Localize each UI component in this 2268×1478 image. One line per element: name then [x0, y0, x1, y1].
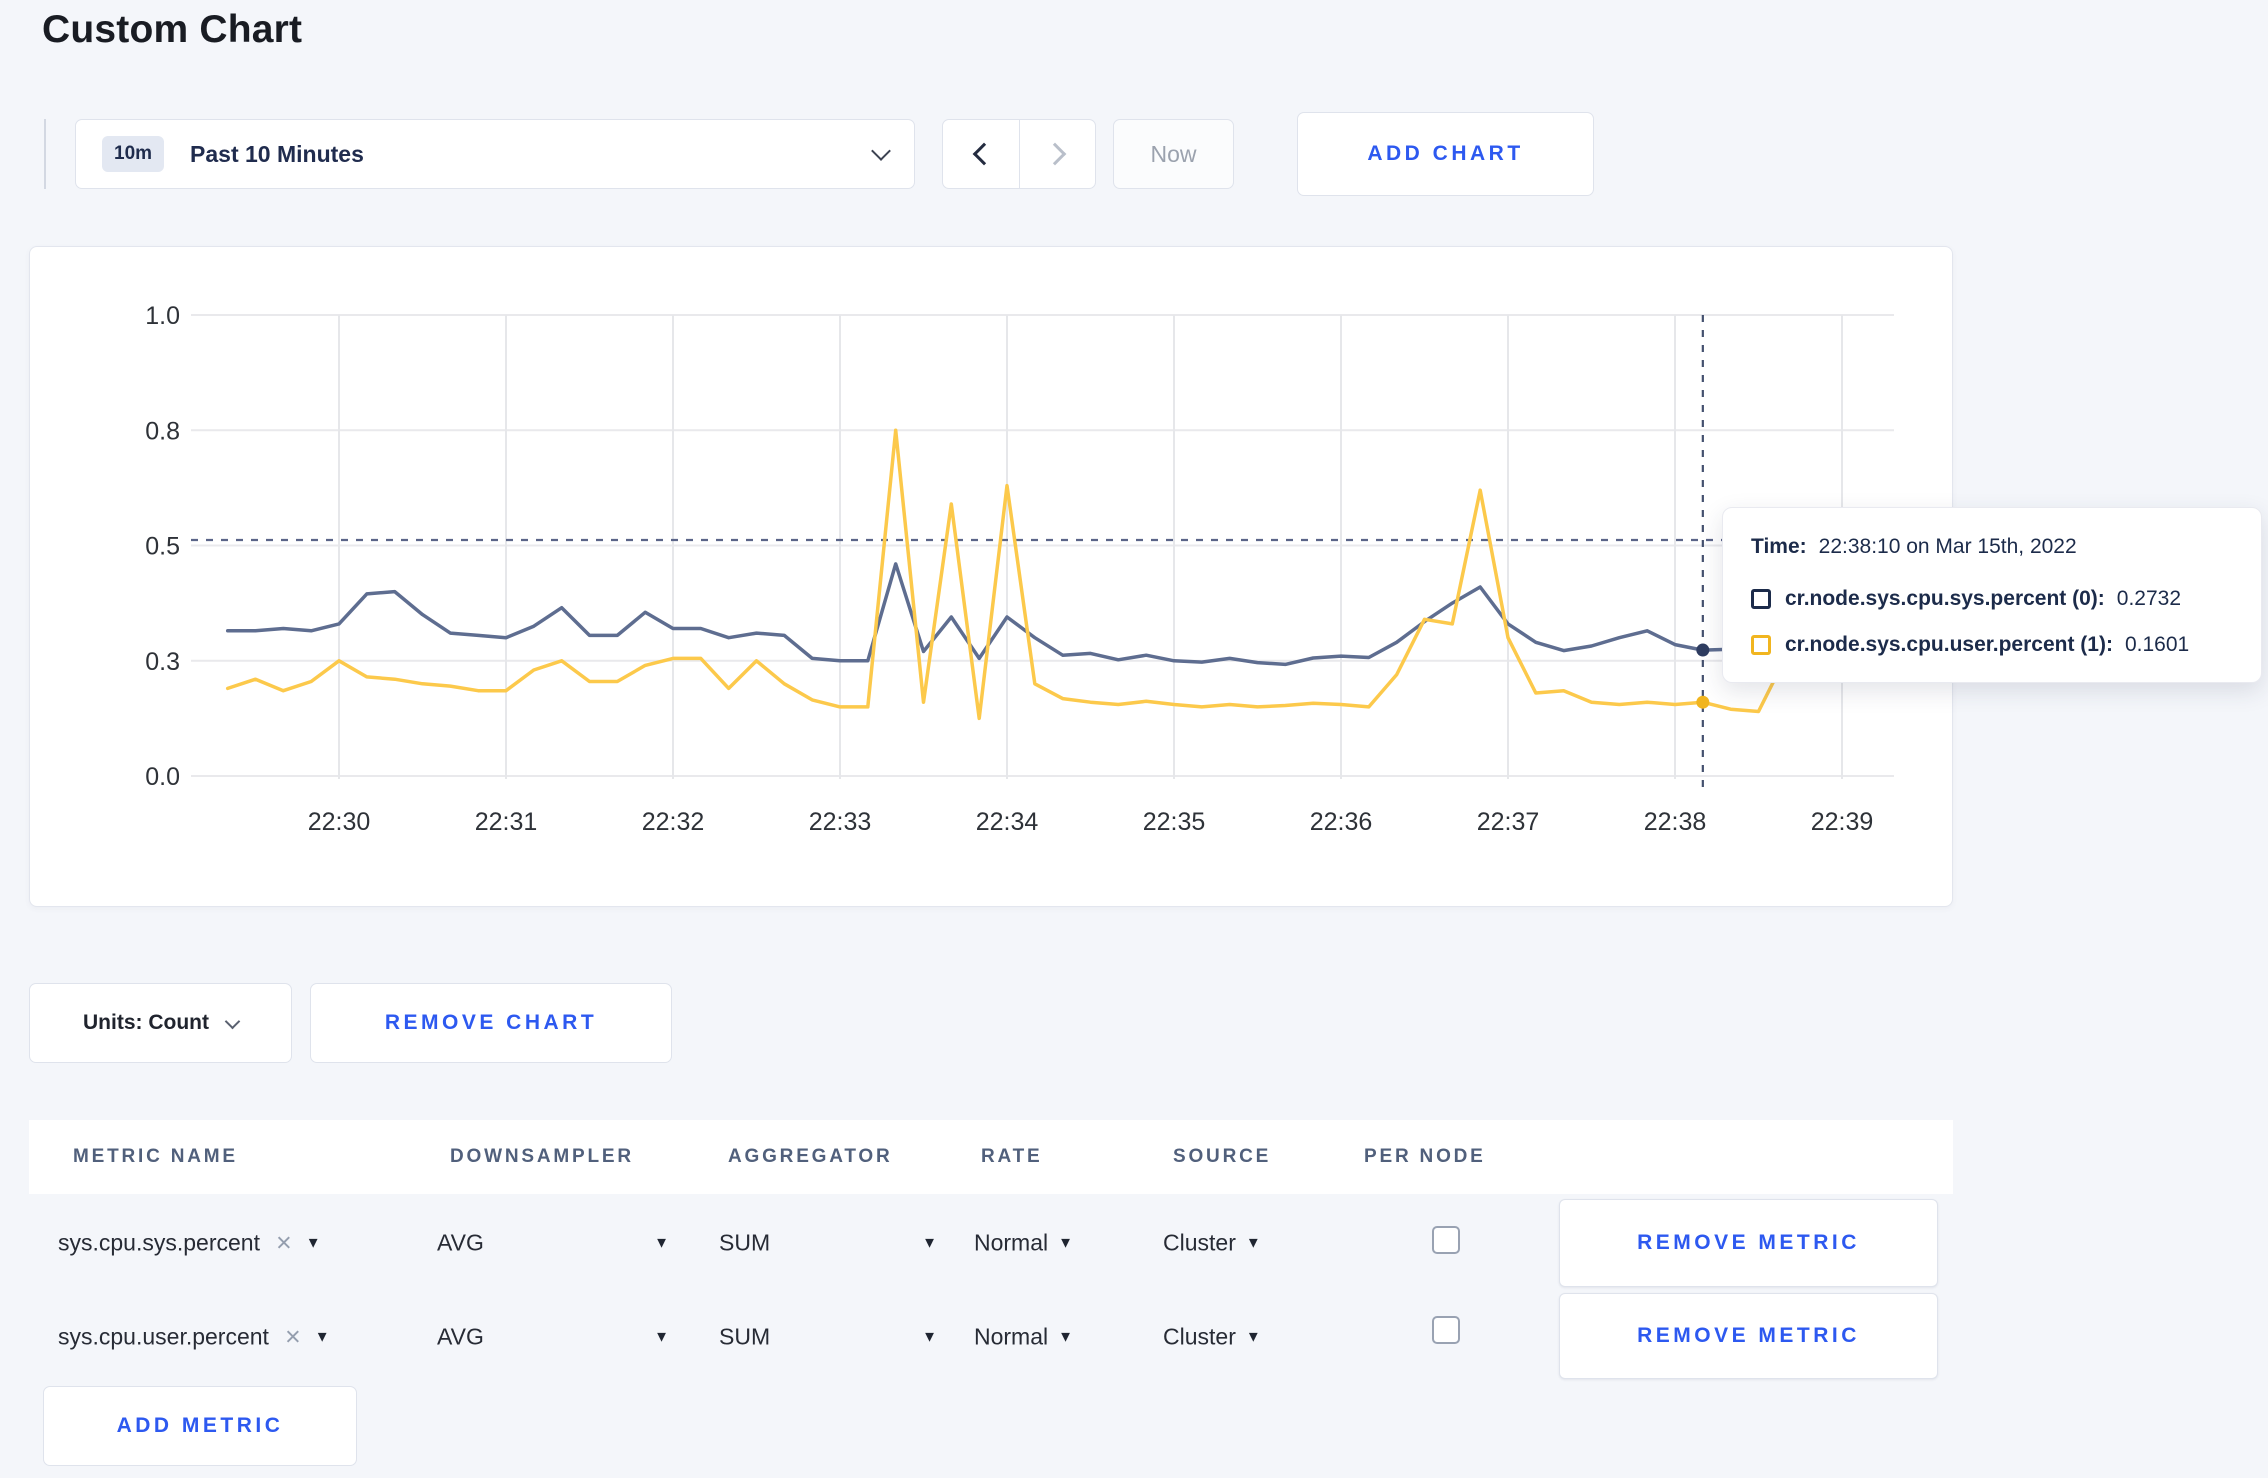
col-aggregator: AGGREGATOR — [728, 1146, 893, 1167]
downsampler-value: AVG — [437, 1323, 484, 1350]
chevron-down-icon — [871, 141, 891, 161]
toolbar-divider — [44, 119, 46, 189]
tooltip-series-value: 0.1601 — [2124, 633, 2190, 656]
downsampler-select[interactable]: AVG ▼ — [437, 1324, 669, 1351]
timeseries-chart[interactable]: 0.0 0.3 0.5 0.8 1.0 22:30 22:31 22:32 22:33 22:34… — [30, 247, 1954, 908]
units-label: Units: Count — [83, 1011, 209, 1034]
col-downsampler: DOWNSAMPLER — [450, 1146, 634, 1167]
tooltip-time-label: Time: — [1751, 535, 1807, 558]
y-axis-label: 1.0 — [145, 302, 180, 330]
metric-name-select[interactable]: sys.cpu.user.percent × ▼ — [58, 1323, 330, 1351]
tooltip-time-row: Time: 22:38:10 on Mar 15th, 2022 — [1751, 532, 2077, 562]
dropdown-triangle-icon: ▼ — [654, 1328, 669, 1346]
source-select[interactable]: Cluster ▼ — [1163, 1230, 1261, 1257]
tooltip-series-row: cr.node.sys.cpu.sys.percent (0): 0.2732 — [1751, 584, 2181, 614]
now-button[interactable]: Now — [1113, 119, 1234, 189]
source-value: Cluster — [1163, 1323, 1236, 1350]
source-select[interactable]: Cluster ▼ — [1163, 1324, 1261, 1351]
rate-select[interactable]: Normal ▼ — [974, 1324, 1073, 1351]
hover-point — [1696, 643, 1710, 657]
rate-value: Normal — [974, 1229, 1049, 1256]
hover-point — [1696, 695, 1710, 709]
x-axis-label: 22:34 — [976, 808, 1039, 836]
chevron-left-icon — [972, 142, 996, 166]
tooltip-series-value: 0.2732 — [2116, 587, 2182, 610]
dropdown-triangle-icon: ▼ — [654, 1234, 669, 1252]
x-axis-label: 22:38 — [1644, 808, 1707, 836]
units-select[interactable]: Units: Count — [29, 983, 292, 1063]
dropdown-triangle-icon: ▼ — [305, 1234, 321, 1252]
tooltip-time-value: 22:38:10 on Mar 15th, 2022 — [1818, 535, 2077, 558]
metric-row: sys.cpu.sys.percent × ▼ AVG ▼ SUM ▼ Norm… — [29, 1197, 1953, 1289]
time-back-button[interactable] — [943, 120, 1019, 188]
rate-value: Normal — [974, 1323, 1049, 1350]
x-axis-label: 22:39 — [1811, 808, 1874, 836]
dropdown-triangle-icon: ▼ — [1245, 1234, 1261, 1252]
chevron-right-icon — [1043, 142, 1066, 166]
dropdown-triangle-icon: ▼ — [1058, 1234, 1073, 1252]
x-axis-label: 22:32 — [642, 808, 705, 836]
col-source: SOURCE — [1173, 1146, 1272, 1167]
remove-metric-button[interactable]: REMOVE METRIC — [1559, 1199, 1938, 1287]
aggregator-select[interactable]: SUM ▼ — [719, 1230, 937, 1257]
col-per-node: PER NODE — [1364, 1146, 1486, 1167]
custom-chart-page: Custom Chart 10m Past 10 Minutes Now ADD… — [0, 0, 2268, 1478]
remove-chart-button[interactable]: REMOVE CHART — [310, 983, 672, 1063]
rate-select[interactable]: Normal ▼ — [974, 1230, 1073, 1257]
x-axis-label: 22:33 — [809, 808, 872, 836]
metric-name-value: sys.cpu.sys.percent — [58, 1229, 260, 1256]
source-value: Cluster — [1163, 1229, 1236, 1256]
add-chart-button[interactable]: ADD CHART — [1297, 112, 1594, 196]
tooltip-series-row: cr.node.sys.cpu.user.percent (1): 0.1601 — [1751, 630, 2189, 660]
chart-tooltip: Time: 22:38:10 on Mar 15th, 2022 cr.node… — [1722, 507, 2262, 683]
metric-name-value: sys.cpu.user.percent — [58, 1323, 269, 1350]
chevron-down-icon — [224, 1013, 241, 1029]
x-axis-label: 22:36 — [1310, 808, 1373, 836]
series-line — [225, 562, 1872, 667]
x-axis-label: 22:31 — [475, 808, 538, 836]
per-node-checkbox[interactable] — [1432, 1316, 1460, 1344]
remove-metric-x-icon[interactable]: × — [276, 1229, 292, 1257]
time-forward-button[interactable] — [1019, 120, 1095, 188]
time-nav-control — [942, 119, 1096, 189]
aggregator-select[interactable]: SUM ▼ — [719, 1324, 937, 1351]
series-swatch-icon — [1751, 635, 1771, 655]
y-axis-label: 0.8 — [145, 417, 180, 445]
downsampler-value: AVG — [437, 1229, 484, 1256]
time-range-select[interactable]: 10m Past 10 Minutes — [75, 119, 915, 189]
dropdown-triangle-icon: ▼ — [1245, 1328, 1261, 1346]
dropdown-triangle-icon: ▼ — [922, 1328, 937, 1346]
tooltip-series-name: cr.node.sys.cpu.user.percent (1): — [1785, 633, 2113, 656]
series-swatch-icon — [1751, 589, 1771, 609]
time-range-badge: 10m — [102, 136, 165, 172]
add-metric-button[interactable]: ADD METRIC — [43, 1386, 357, 1466]
downsampler-select[interactable]: AVG ▼ — [437, 1230, 669, 1257]
y-axis-label: 0.3 — [145, 648, 180, 676]
y-axis-label: 0.0 — [145, 763, 180, 791]
remove-metric-x-icon[interactable]: × — [285, 1323, 301, 1351]
dropdown-triangle-icon: ▼ — [314, 1328, 330, 1346]
aggregator-value: SUM — [719, 1323, 771, 1350]
y-axis-label: 0.5 — [145, 533, 180, 561]
dropdown-triangle-icon: ▼ — [922, 1234, 937, 1252]
metrics-table-header: METRIC NAME DOWNSAMPLER AGGREGATOR RATE … — [29, 1120, 1953, 1194]
series-line — [225, 428, 1872, 721]
x-axis-label: 22:30 — [308, 808, 371, 836]
chart-card[interactable]: 0.0 0.3 0.5 0.8 1.0 22:30 22:31 22:32 22:33 22:34… — [29, 246, 2262, 908]
per-node-checkbox[interactable] — [1432, 1226, 1460, 1254]
x-axis-label: 22:35 — [1143, 808, 1206, 836]
aggregator-value: SUM — [719, 1229, 771, 1256]
x-axis-label: 22:37 — [1477, 808, 1540, 836]
metric-name-select[interactable]: sys.cpu.sys.percent × ▼ — [58, 1229, 321, 1257]
page-title: Custom Chart — [42, 8, 303, 51]
remove-metric-button[interactable]: REMOVE METRIC — [1559, 1293, 1938, 1379]
dropdown-triangle-icon: ▼ — [1058, 1328, 1073, 1346]
time-range-label: Past 10 Minutes — [190, 140, 364, 167]
col-metric-name: METRIC NAME — [73, 1146, 238, 1167]
col-rate: RATE — [981, 1146, 1043, 1167]
metric-row: sys.cpu.user.percent × ▼ AVG ▼ SUM ▼ Nor… — [29, 1291, 1953, 1383]
tooltip-series-name: cr.node.sys.cpu.sys.percent (0): — [1785, 587, 2105, 610]
